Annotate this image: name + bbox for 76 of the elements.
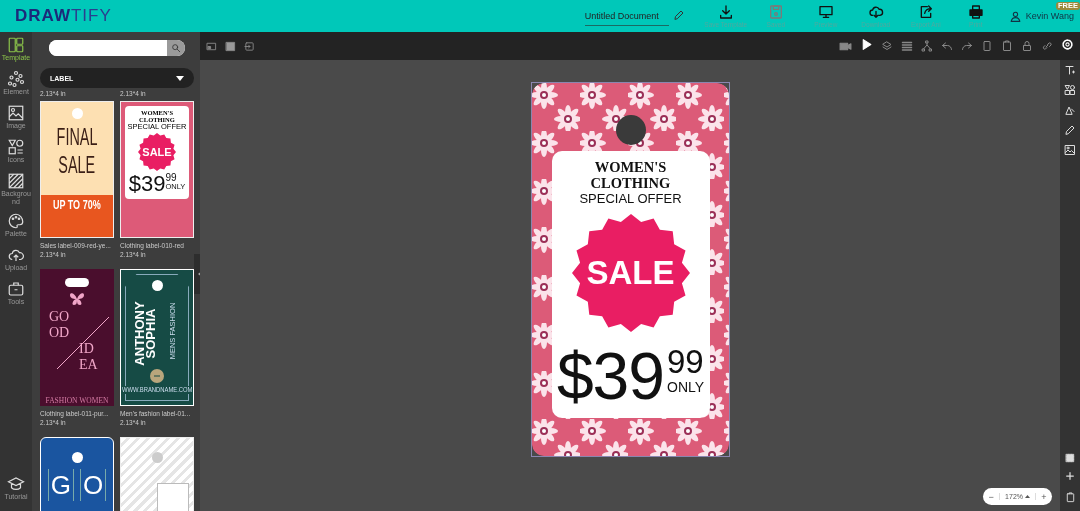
shapes-icon bbox=[7, 138, 25, 156]
template-text: FINAL bbox=[56, 125, 98, 149]
hatched-square-icon bbox=[7, 172, 25, 190]
template-text: $39 bbox=[128, 173, 166, 195]
cloud-download-icon[interactable] bbox=[867, 4, 884, 20]
user-icon[interactable] bbox=[1008, 9, 1022, 23]
template-text: UP TO 70% bbox=[53, 198, 101, 212]
emblem-icon bbox=[150, 369, 164, 383]
document-title-field[interactable]: Untitled Document bbox=[584, 6, 669, 26]
graduation-cap-icon bbox=[7, 475, 25, 493]
template-thumbnail[interactable] bbox=[120, 437, 194, 511]
text-icon[interactable] bbox=[1064, 64, 1076, 76]
butterfly-icon bbox=[69, 292, 85, 306]
undo-icon[interactable] bbox=[941, 40, 953, 52]
template-thumbnail[interactable]: G O bbox=[40, 437, 114, 511]
palette-icon bbox=[7, 212, 25, 230]
pencil-icon[interactable] bbox=[672, 9, 685, 21]
template-text: OD bbox=[49, 325, 70, 340]
settings-icon[interactable] bbox=[1061, 38, 1074, 51]
tag-slot bbox=[65, 278, 89, 287]
plus-icon[interactable] bbox=[1065, 471, 1075, 481]
tag-hole bbox=[151, 280, 163, 291]
template-text: SOPHIA bbox=[144, 308, 158, 359]
monitor-icon[interactable] bbox=[817, 4, 834, 20]
tag-hole bbox=[151, 452, 163, 463]
clipboard-icon[interactable] bbox=[1064, 492, 1076, 503]
shape-edit-icon[interactable] bbox=[1064, 104, 1076, 116]
cents-text: 99 bbox=[667, 344, 705, 380]
template-text: EA bbox=[79, 357, 98, 372]
template-text: SALE bbox=[142, 146, 172, 158]
template-text: O bbox=[80, 469, 107, 501]
printer-icon[interactable] bbox=[967, 4, 984, 20]
background-swatch-icon[interactable] bbox=[225, 40, 236, 52]
heading-text: CLOTHING bbox=[590, 175, 671, 191]
template-thumbnail[interactable]: FINAL SALE UP TO 70% bbox=[40, 101, 114, 238]
sale-text: SALE bbox=[586, 254, 675, 292]
dots-icon bbox=[7, 70, 25, 88]
shapes-icon[interactable] bbox=[1064, 84, 1076, 96]
redo-icon[interactable] bbox=[961, 40, 973, 52]
starburst-shape bbox=[138, 133, 176, 171]
template-text: G bbox=[47, 469, 74, 501]
price-text: $39 bbox=[556, 344, 664, 408]
only-text: ONLY bbox=[667, 380, 705, 394]
list-icon[interactable] bbox=[901, 40, 913, 52]
image-icon[interactable] bbox=[1064, 144, 1076, 156]
template-text: SALE bbox=[58, 153, 96, 177]
lock-icon[interactable] bbox=[1021, 40, 1033, 52]
layers-icon[interactable] bbox=[881, 40, 893, 52]
caret-icon[interactable] bbox=[1025, 495, 1030, 498]
search-button[interactable] bbox=[167, 40, 185, 56]
download-icon[interactable] bbox=[717, 4, 734, 20]
template-text: GO bbox=[49, 309, 70, 324]
pencil-icon[interactable] bbox=[1064, 124, 1076, 136]
clipboard-icon[interactable] bbox=[1001, 40, 1013, 52]
fit-screen-icon[interactable] bbox=[206, 40, 217, 52]
zoom-out-button[interactable]: − bbox=[983, 491, 1000, 502]
template-text: ANTHONY bbox=[132, 301, 146, 366]
image-icon bbox=[7, 104, 25, 122]
play-icon[interactable] bbox=[860, 38, 873, 51]
template-text: 99 bbox=[165, 173, 177, 183]
logo: DRAWTIFY bbox=[15, 6, 112, 26]
sign-in-icon[interactable] bbox=[244, 40, 255, 52]
copy-icon[interactable] bbox=[981, 40, 993, 52]
search-icon[interactable] bbox=[171, 43, 181, 53]
tag-hole bbox=[71, 108, 83, 119]
tag-hole bbox=[71, 452, 83, 463]
user-name[interactable]: Kevin Wang bbox=[1025, 11, 1074, 21]
layout-icon bbox=[7, 36, 25, 54]
zoom-in-button[interactable]: + bbox=[1036, 491, 1052, 502]
template-text: ID bbox=[79, 341, 94, 356]
link-icon[interactable] bbox=[1041, 40, 1053, 52]
toolbox-icon bbox=[7, 280, 25, 298]
caret-icon bbox=[176, 75, 184, 81]
subheading-text: SPECIAL OFFER bbox=[579, 191, 682, 206]
heading-text: WOMEN'S bbox=[594, 159, 667, 175]
hierarchy-icon[interactable] bbox=[921, 40, 933, 52]
